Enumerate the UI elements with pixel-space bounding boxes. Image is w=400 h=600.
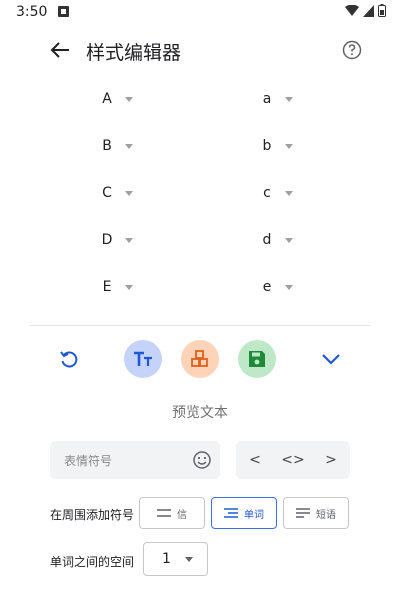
status-icons: [345, 4, 386, 17]
next-button[interactable]: >: [316, 445, 346, 475]
font-style-button[interactable]: [124, 340, 162, 378]
preview-text: 预览文本: [172, 405, 228, 421]
blocks-icon: [191, 350, 208, 367]
dropdown-arrow-icon: [285, 96, 293, 102]
wrap-option-phrase[interactable]: 短语: [283, 497, 349, 529]
cursor-nav-group: < <> >: [236, 441, 350, 479]
mapping-value: C: [102, 185, 112, 201]
spacing-value: 1: [162, 551, 171, 567]
help-circle-icon: [342, 40, 362, 60]
blocks-button[interactable]: [181, 340, 219, 378]
mapping-select-left-2[interactable]: B: [95, 131, 155, 161]
spacing-label: 单词之间的空间: [50, 555, 135, 569]
wifi-icon: [345, 4, 359, 16]
emoji-placeholder: 表情符号: [64, 454, 113, 468]
wrap-option-label: 信: [177, 509, 187, 521]
mapping-value: d: [262, 232, 272, 248]
battery-icon: [378, 4, 386, 17]
indent-lines-icon: [224, 508, 238, 518]
undo-icon: [60, 351, 78, 368]
wrap-option-word[interactable]: 单词: [211, 497, 277, 529]
mapping-select-left-1[interactable]: A: [95, 84, 155, 114]
mapping-value: b: [262, 138, 272, 154]
dropdown-arrow-icon: [285, 284, 293, 290]
short-text-icon: [296, 508, 310, 518]
notification-icon: [58, 6, 69, 17]
back-button[interactable]: [40, 30, 80, 70]
mapping-value: D: [101, 232, 113, 248]
wrap-option-label: 短语: [316, 509, 336, 521]
dropdown-arrow-icon: [125, 237, 133, 243]
prev-button[interactable]: <: [240, 445, 270, 475]
dropdown-arrow-icon: [285, 190, 293, 196]
dropdown-arrow-icon: [125, 284, 133, 290]
dropdown-arrow-icon: [184, 556, 193, 562]
emoji-input[interactable]: 表情符号: [50, 441, 220, 479]
mapping-value: B: [102, 138, 112, 154]
mapping-select-right-3[interactable]: c: [255, 178, 315, 208]
equals-lines-icon: [157, 509, 171, 517]
help-button[interactable]: [340, 38, 364, 62]
mapping-value: e: [262, 279, 272, 295]
dropdown-arrow-icon: [285, 237, 293, 243]
spacing-select[interactable]: 1: [143, 542, 208, 576]
mapping-select-left-4[interactable]: D: [95, 225, 155, 255]
app-bar: 样式编辑器: [0, 30, 400, 70]
signal-icon: [363, 4, 374, 17]
dropdown-arrow-icon: [125, 96, 133, 102]
mapping-value: c: [263, 185, 271, 201]
collapse-button[interactable]: [312, 340, 350, 378]
wrap-label: 在周围添加符号: [50, 508, 135, 522]
dropdown-arrow-icon: [285, 143, 293, 149]
mapping-select-right-2[interactable]: b: [255, 131, 315, 161]
save-button[interactable]: [238, 340, 276, 378]
status-time: 3:50: [16, 4, 48, 20]
mapping-select-right-4[interactable]: d: [255, 225, 315, 255]
save-icon: [249, 351, 265, 367]
arrow-back-icon: [50, 42, 69, 58]
chevron-down-icon: [322, 354, 340, 365]
mapping-select-left-5[interactable]: E: [95, 272, 155, 302]
mapping-value: E: [102, 279, 112, 295]
status-bar: 3:50: [0, 0, 400, 24]
page-title: 样式编辑器: [86, 42, 182, 64]
dropdown-arrow-icon: [125, 143, 133, 149]
divider: [30, 325, 370, 326]
emoji-icon[interactable]: [192, 450, 212, 470]
dropdown-arrow-icon: [125, 190, 133, 196]
mapping-value: a: [262, 91, 272, 107]
mapping-select-right-1[interactable]: a: [255, 84, 315, 114]
wrap-option-label: 单词: [244, 509, 264, 521]
wrap-option-letter[interactable]: 信: [139, 497, 205, 529]
text-size-icon: [134, 351, 152, 366]
mapping-select-right-5[interactable]: e: [255, 272, 315, 302]
reset-button[interactable]: [50, 340, 88, 378]
mapping-value: A: [102, 91, 112, 107]
mapping-select-left-3[interactable]: C: [95, 178, 155, 208]
code-button[interactable]: <>: [278, 445, 308, 475]
